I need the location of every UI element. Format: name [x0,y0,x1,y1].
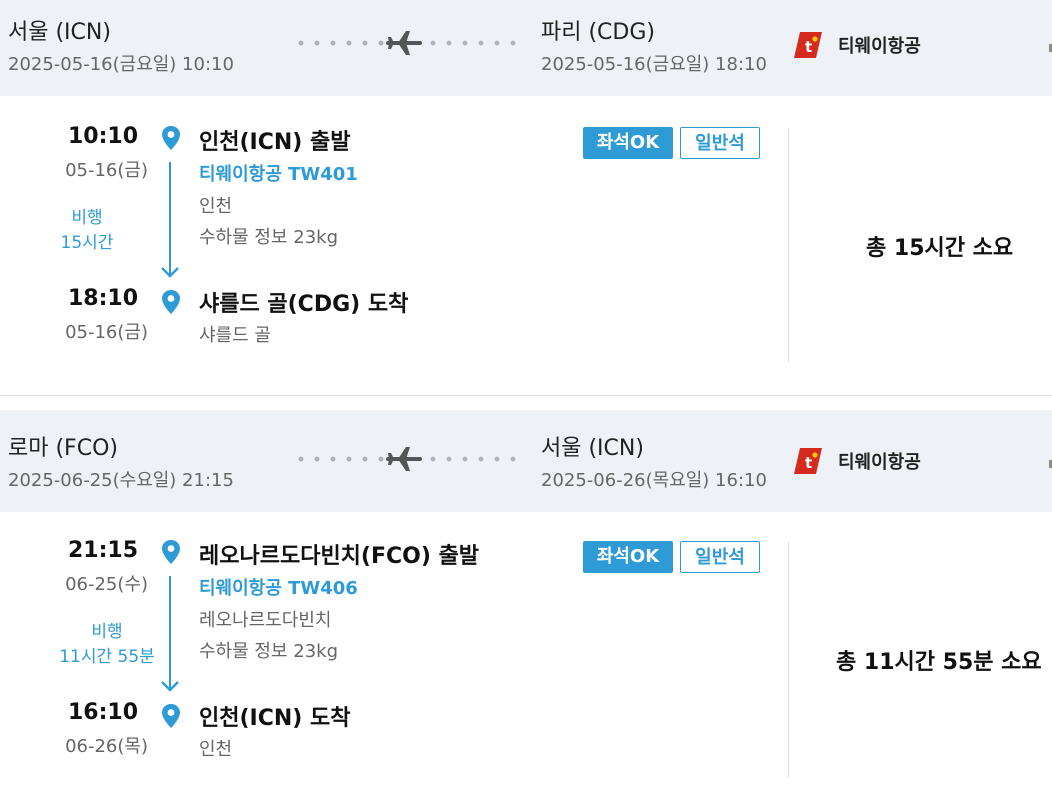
cabin-class-badge: 일반석 [680,541,760,573]
departure-time: 21:15 [67,538,138,563]
departure-date: 06-25(수) [65,574,148,595]
svg-text:t: t [805,454,812,472]
depart-datetime: 2025-05-16(금요일) 10:10 [8,54,234,75]
baggage-info[interactable]: 수하물 정보 23kg [199,637,338,663]
column-divider [788,128,789,362]
route-dots-right [425,456,517,462]
departure-date: 05-16(금) [65,160,148,181]
airline-name: 티웨이항공 [838,452,921,473]
arrive-city: 파리 (CDG) [541,20,655,45]
arrival-date: 05-16(금) [65,322,148,343]
arrow-down-icon [161,681,179,692]
arrival-airport: 인천 [199,739,233,760]
duration-value: 15시간 [60,233,114,253]
flight-number: 티웨이항공 TW406 [199,578,358,599]
flight-path-line [169,576,171,688]
arrival-time: 16:10 [67,700,138,725]
column-divider [788,542,789,777]
flight-segment-return: 로마 (FCO) 2025-06-25(수요일) 21:15 서울 (ICN) … [0,410,1052,797]
arrive-datetime: 2025-06-26(목요일) 16:10 [541,470,767,491]
baggage-info[interactable]: 수하물 정보 23kg [199,223,338,249]
flight-segment-outbound: 서울 (ICN) 2025-05-16(금요일) 10:10 파리 (CDG) … [0,0,1052,395]
seat-status-badge: 좌석OK [583,541,673,573]
arrival-date: 06-26(목) [65,736,148,757]
location-pin-icon [162,126,180,150]
route-dots-right [425,40,517,46]
flight-duration: 비행 15시간 [37,206,137,256]
duration-label: 비행 [71,208,103,228]
departure-airport-title: 인천(ICN) 출발 [199,130,351,155]
tway-logo: t [794,448,822,474]
airline-name: 티웨이항공 [838,36,921,57]
plane-icon [386,447,422,471]
flight-duration: 비행 11시간 55분 [57,620,157,670]
total-duration: 총 15시간 소요 [866,236,1014,261]
arrival-airport-title: 인천(ICN) 도착 [199,706,351,731]
arrive-datetime: 2025-05-16(금요일) 18:10 [541,54,767,75]
segment-divider [0,395,1052,396]
route-dots-left [293,40,385,46]
depart-city: 로마 (FCO) [8,436,118,461]
depart-datetime: 2025-06-25(수요일) 21:15 [8,470,234,491]
plane-icon [386,31,422,55]
flight-number: 티웨이항공 TW401 [199,164,358,185]
arrival-airport: 샤를드 골 [199,325,271,346]
flight-path-line [169,162,171,274]
arrival-time: 18:10 [67,286,138,311]
tway-logo: t [794,32,822,58]
location-pin-icon [162,290,180,314]
arrow-down-icon [161,267,179,278]
total-duration: 총 11시간 55분 소요 [836,650,1042,675]
arrival-airport-title: 샤를드 골(CDG) 도착 [199,292,409,317]
departure-airport-title: 레오나르도다빈치(FCO) 출발 [199,544,480,569]
duration-label: 비행 [91,622,123,642]
departure-airport: 인천 [199,196,233,217]
depart-city: 서울 (ICN) [8,20,111,45]
location-pin-icon [162,540,180,564]
departure-time: 10:10 [67,124,138,149]
svg-text:t: t [805,38,812,56]
duration-value: 11시간 55분 [59,647,155,667]
route-dots-left [293,456,385,462]
arrive-city: 서울 (ICN) [541,436,644,461]
cabin-class-badge: 일반석 [680,127,760,159]
location-pin-icon [162,704,180,728]
seat-status-badge: 좌석OK [583,127,673,159]
departure-airport: 레오나르도다빈치 [199,610,332,631]
